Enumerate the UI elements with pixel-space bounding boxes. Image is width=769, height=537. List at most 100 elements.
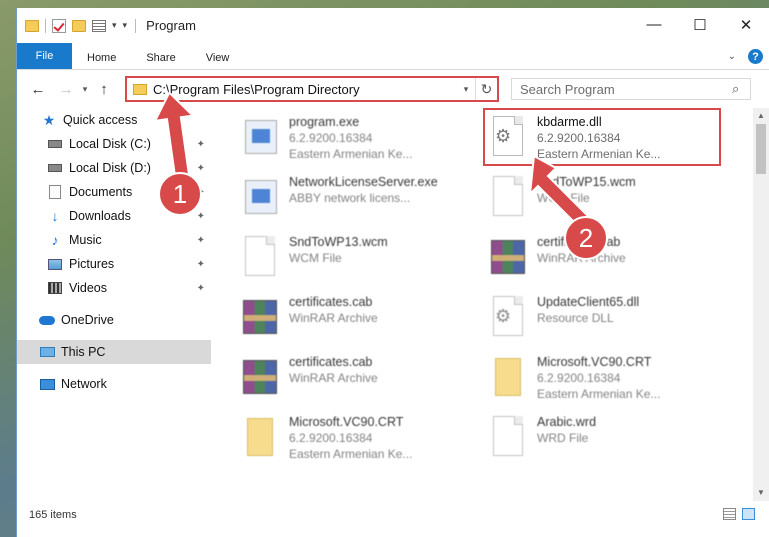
pin-icon: ✦ bbox=[196, 234, 205, 246]
file-icon bbox=[237, 234, 281, 284]
navigation-bar: ← → ▾ ↑ C:\Program Files\Program Directo… bbox=[17, 70, 769, 108]
sidebar-item-label: Downloads bbox=[69, 209, 131, 223]
file-item[interactable]: NetworkLicenseServer.exe ABBY network li… bbox=[237, 174, 477, 234]
scroll-up-icon[interactable]: ▲ bbox=[753, 108, 769, 124]
download-icon: ↓ bbox=[51, 208, 59, 224]
up-button[interactable]: ↑ bbox=[93, 81, 115, 98]
highlight-box bbox=[483, 108, 721, 166]
search-input[interactable] bbox=[520, 81, 732, 97]
sidebar-item-label: Network bbox=[61, 377, 107, 391]
sidebar-item-videos[interactable]: Videos ✦ bbox=[17, 276, 211, 300]
window-title: Program bbox=[146, 18, 196, 33]
sidebar-item-label: Videos bbox=[69, 281, 107, 295]
minimize-button[interactable]: — bbox=[631, 8, 677, 41]
file-name: UpdateClient65.dll bbox=[537, 295, 640, 309]
file-detail: Eastern Armenian Ke... bbox=[289, 147, 413, 161]
scroll-thumb[interactable] bbox=[756, 124, 766, 174]
file-detail: 6.2.9200.16384 bbox=[537, 371, 621, 385]
vertical-scrollbar[interactable]: ▲ ▼ bbox=[753, 108, 769, 501]
exe-icon bbox=[237, 174, 281, 224]
folder-icon bbox=[133, 83, 147, 95]
item-count: 165 items bbox=[29, 509, 77, 521]
file-item[interactable]: certificates.cab WinRAR Archive bbox=[237, 354, 477, 414]
status-bar: 165 items bbox=[17, 503, 769, 527]
file-item[interactable]: certificates.cab WinRAR Archive bbox=[237, 294, 477, 354]
file-item[interactable]: Microsoft.VC90.CRT 6.2.9200.16384 Easter… bbox=[485, 354, 725, 414]
sidebar-item-pictures[interactable]: Pictures ✦ bbox=[17, 252, 211, 276]
sidebar-item-label: OneDrive bbox=[61, 313, 114, 327]
file-item[interactable]: Microsoft.VC90.CRT 6.2.9200.16384 Easter… bbox=[237, 414, 477, 474]
file-detail: WCM File bbox=[289, 251, 342, 265]
file-detail: Eastern Armenian Ke... bbox=[289, 447, 413, 461]
file-detail: WinRAR Archive bbox=[289, 371, 378, 385]
archive-icon bbox=[237, 294, 281, 344]
network-icon bbox=[39, 377, 55, 391]
sidebar-item-music[interactable]: ♪ Music ✦ bbox=[17, 228, 211, 252]
content-area: ★ Quick access Local Disk (C:) ✦ Local D… bbox=[17, 108, 769, 501]
file-name: NetworkLicenseServer.exe bbox=[289, 175, 438, 189]
expand-ribbon-icon[interactable]: ⌄ bbox=[728, 51, 736, 62]
file-detail: Eastern Armenian Ke... bbox=[537, 387, 661, 401]
sidebar-item-network[interactable]: Network bbox=[17, 372, 211, 396]
file-detail: Resource DLL bbox=[537, 311, 614, 325]
forward-button[interactable]: → bbox=[55, 81, 77, 98]
onedrive-icon bbox=[39, 313, 55, 327]
file-item[interactable]: ⚙ UpdateClient65.dll Resource DLL bbox=[485, 294, 725, 354]
file-name: SndToWP15.wcm bbox=[537, 175, 636, 189]
search-box[interactable]: ⌕ bbox=[511, 78, 751, 100]
chevron-down-icon[interactable]: ▾ bbox=[112, 20, 117, 31]
tab-home[interactable]: Home bbox=[72, 47, 131, 69]
file-item[interactable]: program.exe 6.2.9200.16384 Eastern Armen… bbox=[237, 114, 477, 174]
file-name: certificates.cab bbox=[289, 355, 373, 369]
back-button[interactable]: ← bbox=[27, 81, 49, 98]
chevron-down-icon[interactable]: ▾ bbox=[457, 84, 475, 95]
search-icon[interactable]: ⌕ bbox=[732, 81, 750, 97]
folder-icon bbox=[25, 19, 39, 32]
new-folder-icon[interactable] bbox=[72, 19, 86, 32]
help-icon[interactable]: ? bbox=[748, 49, 763, 64]
refresh-button[interactable]: ↻ bbox=[475, 78, 497, 100]
tiles-view-icon[interactable] bbox=[742, 508, 755, 520]
sidebar-item-this-pc[interactable]: This PC bbox=[17, 340, 211, 364]
maximize-button[interactable]: ☐ bbox=[677, 8, 723, 41]
sidebar-item-label: Quick access bbox=[63, 113, 138, 127]
details-view-icon[interactable] bbox=[723, 508, 736, 520]
close-button[interactable]: ✕ bbox=[723, 8, 769, 41]
pin-icon: ✦ bbox=[196, 282, 205, 294]
file-icon bbox=[485, 414, 529, 464]
sidebar-item-label: Local Disk (D:) bbox=[69, 161, 151, 175]
quick-access-toolbar: ▾ ▾ bbox=[25, 18, 128, 33]
pictures-icon bbox=[47, 257, 63, 271]
file-name: Arabic.wrd bbox=[537, 415, 597, 429]
file-detail: ABBY network licens... bbox=[289, 191, 411, 205]
divider bbox=[45, 18, 46, 33]
title-bar: ▾ ▾ Program — ☐ ✕ bbox=[17, 8, 769, 43]
recent-locations-button[interactable]: ▾ bbox=[77, 84, 93, 95]
sidebar-item-onedrive[interactable]: OneDrive bbox=[17, 308, 211, 332]
archive-icon bbox=[485, 234, 529, 284]
tab-share[interactable]: Share bbox=[131, 47, 190, 69]
pin-icon: ✦ bbox=[196, 210, 205, 222]
file-name: Microsoft.VC90.CRT bbox=[537, 355, 652, 369]
address-bar[interactable]: C:\Program Files\Program Directory ▾ ↻ bbox=[125, 76, 499, 102]
sidebar-item-label: Music bbox=[69, 233, 102, 247]
properties-check-icon[interactable] bbox=[52, 18, 66, 33]
sidebar-item-label: This PC bbox=[61, 345, 106, 359]
customize-toolbar-icon[interactable]: ▾ bbox=[123, 20, 128, 31]
videos-icon bbox=[47, 281, 63, 295]
tab-file[interactable]: File bbox=[17, 43, 72, 69]
properties-icon[interactable] bbox=[92, 19, 106, 32]
sidebar-item-quick-access[interactable]: ★ Quick access bbox=[17, 108, 211, 132]
archive-icon bbox=[237, 354, 281, 404]
manifest-icon bbox=[237, 414, 281, 464]
file-item[interactable]: Arabic.wrd WRD File bbox=[485, 414, 725, 474]
sidebar-item-local-disk-c[interactable]: Local Disk (C:) ✦ bbox=[17, 132, 211, 156]
scroll-down-icon[interactable]: ▼ bbox=[753, 485, 769, 501]
pin-icon: ✦ bbox=[196, 138, 205, 150]
tab-view[interactable]: View bbox=[191, 47, 245, 69]
file-item[interactable]: SndToWP15.wcm WCM File bbox=[485, 174, 725, 234]
address-path[interactable]: C:\Program Files\Program Directory bbox=[153, 82, 457, 97]
navigation-pane: ★ Quick access Local Disk (C:) ✦ Local D… bbox=[17, 108, 211, 501]
pin-icon: ✦ bbox=[196, 162, 205, 174]
file-item[interactable]: SndToWP13.wcm WCM File bbox=[237, 234, 477, 294]
